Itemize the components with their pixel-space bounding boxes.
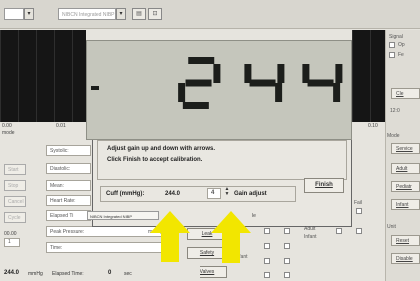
- service-button[interactable]: Service: [391, 143, 420, 154]
- start-button[interactable]: Start: [4, 164, 26, 175]
- waveform-strip-right: [352, 30, 385, 122]
- toolbar-button-1[interactable]: ▤: [132, 8, 146, 20]
- checkbox-1[interactable]: [264, 228, 270, 234]
- fail-label: Fail: [354, 200, 363, 206]
- diastolic-label: Diastolic:: [50, 166, 71, 172]
- reset-button[interactable]: Reset: [391, 235, 420, 246]
- gain-adjust-spinner-icon[interactable]: ▲ ▼: [223, 187, 231, 199]
- axis-tick-2: 0.10: [368, 123, 378, 129]
- axis-tick-1: 0.01: [56, 123, 66, 129]
- lcd-digits: [91, 57, 343, 109]
- unit-label: Unit: [387, 224, 396, 230]
- status-elapsed-label: Elapsed Time:: [52, 271, 84, 277]
- lcd-digit-0-segment-e: [178, 83, 186, 102]
- mode-label-left: mode: [2, 130, 15, 136]
- signal-label: Signal: [389, 34, 403, 40]
- adult-label: Adult: [304, 226, 316, 232]
- checkbox-8[interactable]: [284, 258, 290, 264]
- adult-mode-button[interactable]: Adult: [391, 163, 420, 174]
- checkbox-6[interactable]: [284, 243, 290, 249]
- checkbox-3[interactable]: [336, 228, 342, 234]
- axis-tick-0: 0.00: [2, 123, 12, 129]
- arrow-up-icon: [150, 211, 190, 263]
- status-bar: 244.0 mmHg Elapsed Time: 0 sec: [0, 262, 200, 281]
- chevron-down-icon[interactable]: ▾: [116, 8, 126, 20]
- toolbar: ▾ NIBCN Integrated NIBP ▾ ▤ ⊡: [0, 0, 420, 29]
- cuff-value: 244.0: [165, 191, 181, 197]
- mean-label: Mean:: [50, 183, 64, 189]
- infant-label-right: Infant: [304, 234, 317, 240]
- instruction-line-2: Click Finish to accept calibration.: [107, 157, 203, 163]
- checkbox-9[interactable]: [264, 272, 270, 278]
- gain-value-field[interactable]: 4: [207, 188, 221, 199]
- lcd-digit-0-segment-d: [182, 102, 209, 109]
- caption-suffix: le: [252, 213, 256, 219]
- device-select-value: NIBCN Integrated NIBP: [62, 12, 115, 18]
- pediatric-mode-button[interactable]: Pediatr: [391, 181, 420, 192]
- finish-button[interactable]: Finish: [304, 178, 344, 193]
- infant-mode-button[interactable]: Infant: [391, 199, 420, 210]
- signal-option-1-checkbox[interactable]: [389, 42, 395, 48]
- status-pressure-value: 244.0: [4, 270, 20, 276]
- cancel-button[interactable]: Cancel: [4, 196, 26, 207]
- elapsed-label: Elapsed Ti: [50, 213, 74, 219]
- small-spinner[interactable]: 1: [4, 238, 20, 247]
- time-readout: 12:0: [390, 108, 400, 114]
- peak-pressure-label: Peak Pressure:: [50, 229, 85, 235]
- systolic-field: Systolic:: [46, 145, 91, 156]
- mode-label: Mode: [387, 133, 400, 139]
- gain-adjust-label: Gain adjust: [234, 191, 267, 197]
- instruction-line-1: Adjust gain up and down with arrows.: [107, 146, 215, 152]
- toolbar-button-2[interactable]: ⊡: [148, 8, 162, 20]
- elapsed-field: Elapsed Ti: [46, 210, 91, 221]
- lcd-digit-2-segment-b: [335, 64, 343, 83]
- checkbox-10[interactable]: [284, 272, 290, 278]
- signal-option-1-label: Op: [398, 42, 405, 48]
- lcd-digit-2-segment-c: [333, 83, 341, 102]
- lcd-digit-1-segment-g: [249, 79, 276, 87]
- systolic-label: Systolic:: [50, 148, 69, 154]
- device-caption-bar: NIBCN Integrated NIBP: [87, 211, 159, 220]
- cycle-button[interactable]: Cycle: [4, 212, 26, 223]
- mean-field: Mean:: [46, 180, 91, 191]
- checkbox-7[interactable]: [264, 258, 270, 264]
- lcd-digit-0-segment-b: [213, 64, 221, 83]
- cuff-label: Cuff (mmHg):: [106, 191, 145, 197]
- checkbox-4[interactable]: [356, 228, 362, 234]
- toolbar-dropdown-small[interactable]: ▾: [24, 8, 34, 20]
- diastolic-field: Diastolic:: [46, 163, 91, 174]
- small-spinner-value: 1: [8, 239, 11, 245]
- lcd-display: 244: [86, 40, 352, 140]
- lcd-digit-0-segment-a: [188, 57, 215, 64]
- waveform-strip-left: [0, 30, 86, 122]
- lcd-digit-1-segment-c: [275, 83, 283, 102]
- heart-rate-field: Heart Rate:: [46, 195, 91, 206]
- signal-option-2-label: Fe: [398, 52, 404, 58]
- lcd-digit-0-segment-g: [185, 79, 212, 87]
- status-pressure-unit: mmHg: [28, 271, 43, 277]
- checkbox-2[interactable]: [284, 228, 290, 234]
- clear-button[interactable]: Cle: [391, 88, 420, 99]
- device-select[interactable]: NIBCN Integrated NIBP: [58, 8, 116, 20]
- status-elapsed-unit: sec: [124, 271, 132, 277]
- checkbox-11[interactable]: [356, 208, 362, 214]
- device-caption: NIBCN Integrated NIBP: [90, 214, 133, 219]
- checkbox-5[interactable]: [264, 243, 270, 249]
- lcd-digit-1-segment-b: [277, 64, 285, 83]
- gain-value: 4: [211, 190, 215, 196]
- signal-option-2-checkbox[interactable]: [389, 52, 395, 58]
- lcd-digit-2-segment-g: [307, 79, 334, 87]
- heart-rate-label: Heart Rate:: [50, 198, 76, 204]
- stop-button[interactable]: Stop: [4, 180, 26, 191]
- disable-button[interactable]: Disable: [391, 253, 420, 264]
- arrow-up-icon-2: [211, 211, 251, 263]
- toolbar-left-box[interactable]: [4, 8, 24, 20]
- status-elapsed-value: 0: [108, 270, 112, 276]
- lcd-minus-sign: [91, 86, 99, 90]
